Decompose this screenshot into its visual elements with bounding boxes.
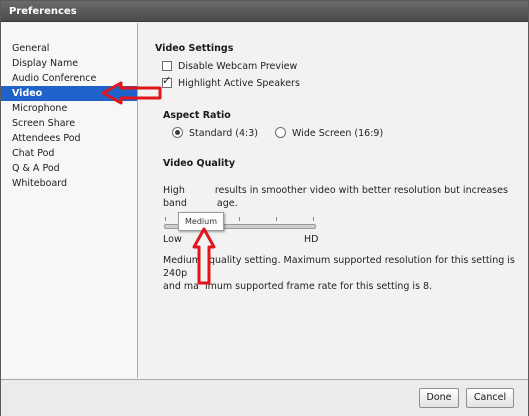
sidebar-item-display-name[interactable]: Display Name: [1, 56, 137, 71]
disable-webcam-preview-option[interactable]: Disable Webcam Preview: [162, 60, 297, 74]
aspect-ratio-heading: Aspect Ratio: [163, 110, 231, 121]
aspect-wide-option[interactable]: Wide Screen (16:9): [275, 127, 383, 141]
radio-selected-dot: [175, 130, 180, 135]
aspect-standard-option[interactable]: Standard (4:3): [172, 127, 258, 141]
highlight-active-speakers-label: Highlight Active Speakers: [178, 78, 300, 89]
aspect-standard-radio[interactable]: [172, 127, 183, 138]
preferences-dialog: Preferences General Display Name Audio C…: [0, 0, 529, 416]
sidebar-item-screen-share[interactable]: Screen Share: [1, 116, 137, 131]
slider-tick: [313, 217, 314, 221]
disable-webcam-preview-label: Disable Webcam Preview: [178, 61, 298, 72]
quality-desc-line2-start: band: [163, 198, 187, 209]
sidebar-item-general[interactable]: General: [1, 41, 137, 56]
aspect-standard-label: Standard (4:3): [189, 128, 258, 139]
dialog-footer: Done Cancel: [1, 379, 528, 416]
quality-info-line1-rest: quality setting. Maximum supported resol…: [163, 255, 515, 279]
slider-tooltip: Medium: [178, 212, 224, 231]
video-quality-description: High results in smoother video with bette…: [163, 184, 518, 210]
aspect-wide-radio[interactable]: [275, 127, 286, 138]
highlight-active-speakers-checkbox[interactable]: ✓: [162, 73, 172, 88]
category-sidebar: General Display Name Audio Conference Vi…: [1, 23, 138, 378]
slider-high-label: HD: [304, 234, 319, 245]
video-settings-heading: Video Settings: [155, 43, 234, 54]
sidebar-item-chat-pod[interactable]: Chat Pod: [1, 146, 137, 161]
checkmark-icon: ✓: [162, 73, 172, 87]
quality-info-line2-start: and ma: [163, 281, 199, 292]
quality-info-line1-start: Medium: [163, 255, 201, 266]
category-list: General Display Name Audio Conference Vi…: [1, 41, 137, 191]
quality-desc-line2-rest: age.: [216, 198, 238, 209]
slider-low-label: Low: [163, 234, 182, 245]
quality-info-text: Medium quality setting. Maximum supported…: [163, 254, 523, 293]
quality-info-line2-rest: imum supported frame rate for this setti…: [204, 281, 433, 292]
disable-webcam-preview-checkbox[interactable]: [162, 60, 172, 71]
sidebar-item-microphone[interactable]: Microphone: [1, 101, 137, 116]
sidebar-item-video[interactable]: Video: [1, 86, 137, 101]
sidebar-item-attendees-pod[interactable]: Attendees Pod: [1, 131, 137, 146]
sidebar-item-qa-pod[interactable]: Q & A Pod: [1, 161, 137, 176]
slider-tick: [276, 217, 277, 221]
video-settings-panel: Video Settings Disable Webcam Preview ✓ H…: [138, 23, 528, 378]
sidebar-item-whiteboard[interactable]: Whiteboard: [1, 176, 137, 191]
sidebar-item-audio-conference[interactable]: Audio Conference: [1, 71, 137, 86]
done-button[interactable]: Done: [419, 388, 459, 408]
highlight-active-speakers-option[interactable]: ✓ Highlight Active Speakers: [162, 73, 300, 91]
slider-tick: [165, 217, 166, 221]
cancel-button[interactable]: Cancel: [466, 388, 514, 408]
dialog-title: Preferences: [1, 1, 528, 22]
video-quality-heading: Video Quality: [163, 158, 236, 169]
quality-desc-line1-start: High: [163, 185, 185, 196]
aspect-wide-label: Wide Screen (16:9): [292, 128, 384, 139]
quality-desc-line1-rest: results in smoother video with better re…: [214, 185, 508, 196]
slider-tick: [239, 217, 240, 221]
